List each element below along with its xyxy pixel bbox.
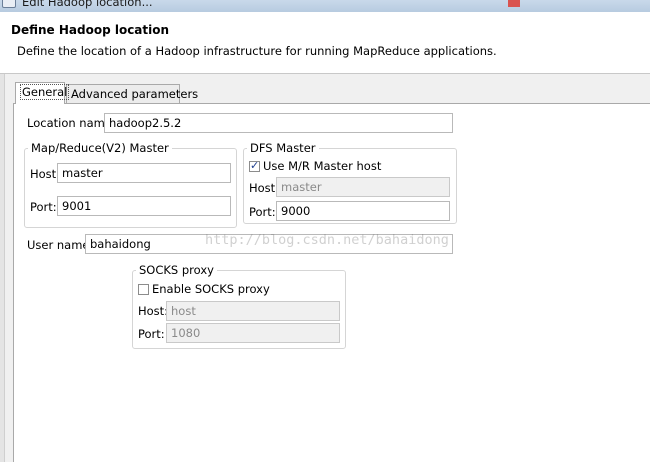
dfs-host-field: master xyxy=(276,177,450,197)
socks-port-label: Port: xyxy=(138,327,165,341)
tab-advanced-parameters-label: Advanced parameters xyxy=(71,87,199,101)
enable-socks-proxy-checkbox[interactable] xyxy=(138,284,149,295)
user-name-label: User name: xyxy=(27,238,94,252)
mapreduce-master-title: Map/Reduce(V2) Master xyxy=(28,141,172,155)
dfs-master-title: DFS Master xyxy=(247,141,319,155)
socks-port-field: 1080 xyxy=(166,323,340,343)
use-mr-master-host-label: Use M/R Master host xyxy=(263,159,382,173)
mapreduce-host-label: Host: xyxy=(30,167,61,181)
mapreduce-port-field[interactable]: 9001 xyxy=(57,196,231,216)
tab-general[interactable]: General xyxy=(15,82,70,104)
wizard-header: Define Hadoop location Define the locati… xyxy=(0,12,650,74)
enable-socks-proxy-label: Enable SOCKS proxy xyxy=(152,282,270,296)
mapreduce-host-field[interactable]: master xyxy=(57,163,231,183)
location-name-field[interactable]: hadoop2.5.2 xyxy=(104,113,453,133)
location-name-label: Location name: xyxy=(27,116,116,130)
window-title-bar: Edit Hadoop location... xyxy=(0,0,650,12)
tab-general-label: General xyxy=(20,84,70,100)
close-window-icon[interactable] xyxy=(508,0,520,7)
use-mr-master-host-checkbox[interactable] xyxy=(249,159,260,172)
page-title: Define Hadoop location xyxy=(11,23,170,37)
dfs-port-field[interactable]: 9000 xyxy=(276,201,450,221)
page-description: Define the location of a Hadoop infrastr… xyxy=(17,44,497,58)
socks-host-field: host xyxy=(166,301,340,321)
socks-host-label: Host: xyxy=(138,304,169,318)
window-title: Edit Hadoop location... xyxy=(22,0,153,9)
dialog-left-edge xyxy=(0,74,5,462)
dfs-port-label: Port: xyxy=(249,205,276,219)
dfs-host-label: Host: xyxy=(249,181,280,195)
socks-proxy-title: SOCKS proxy xyxy=(136,263,217,277)
user-name-field[interactable]: bahaidong xyxy=(85,234,453,254)
tab-advanced-parameters[interactable]: Advanced parameters xyxy=(66,84,198,103)
mapreduce-master-group xyxy=(24,148,237,228)
mapreduce-port-label: Port: xyxy=(30,200,57,214)
general-tab-panel: Location name: hadoop2.5.2 Map/Reduce(V2… xyxy=(13,103,650,462)
window-app-icon xyxy=(2,0,16,8)
